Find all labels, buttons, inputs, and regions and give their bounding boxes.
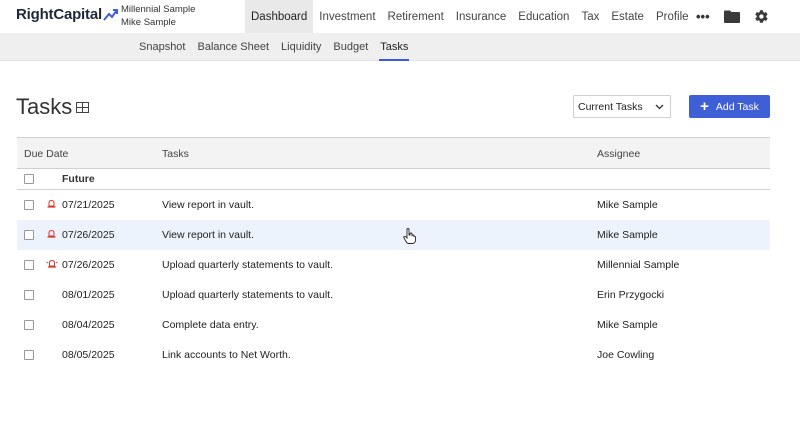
client-secondary: Mike Sample bbox=[121, 17, 176, 28]
task-filter-value: Current Tasks bbox=[578, 100, 643, 113]
task-filter-select[interactable]: Current Tasks bbox=[573, 95, 671, 118]
table-header: Due Date Tasks Assignee bbox=[17, 137, 770, 169]
chevron-down-icon bbox=[655, 104, 664, 110]
top-navigation-bar: RightCapital Millennial Sample Mike Samp… bbox=[0, 0, 800, 33]
tab-budget[interactable]: Budget bbox=[327, 33, 374, 61]
row-task: View report in vault. bbox=[162, 229, 255, 241]
row-due-date: 07/21/2025 bbox=[62, 199, 115, 211]
table-view-icon[interactable] bbox=[76, 102, 89, 113]
add-task-label: Add Task bbox=[715, 100, 759, 113]
row-checkbox[interactable] bbox=[24, 200, 34, 210]
tab-liquidity[interactable]: Liquidity bbox=[275, 33, 327, 61]
logo-arrow-icon bbox=[103, 8, 118, 21]
group-label: Future bbox=[62, 173, 95, 185]
more-icon[interactable]: ••• bbox=[696, 9, 710, 24]
select-all-checkbox[interactable] bbox=[24, 174, 34, 184]
table-row[interactable]: 07/21/2025 View report in vault. Mike Sa… bbox=[17, 190, 770, 220]
nav-tax[interactable]: Tax bbox=[575, 0, 605, 33]
row-checkbox[interactable] bbox=[24, 320, 34, 330]
client-names[interactable]: Millennial Sample Mike Sample bbox=[121, 3, 195, 29]
row-due-date: 08/01/2025 bbox=[62, 289, 115, 301]
alert-bell-icon bbox=[46, 260, 58, 268]
row-due-date: 07/26/2025 bbox=[62, 229, 115, 241]
row-task: Upload quarterly statements to vault. bbox=[162, 289, 334, 301]
row-checkbox[interactable] bbox=[24, 260, 34, 270]
sub-navigation-bar: Snapshot Balance Sheet Liquidity Budget … bbox=[0, 33, 800, 61]
row-task: Link accounts to Net Worth. bbox=[162, 349, 291, 361]
nav-profile[interactable]: Profile bbox=[650, 0, 695, 33]
hand-cursor-icon bbox=[403, 228, 416, 244]
column-tasks[interactable]: Tasks bbox=[162, 148, 189, 160]
alert-bell-icon bbox=[47, 230, 56, 238]
group-row-future: Future bbox=[17, 169, 770, 190]
folder-icon[interactable] bbox=[723, 10, 740, 23]
row-assignee: Mike Sample bbox=[597, 229, 658, 241]
row-checkbox[interactable] bbox=[24, 350, 34, 360]
row-task: Complete data entry. bbox=[162, 319, 259, 331]
nav-education[interactable]: Education bbox=[512, 0, 575, 33]
table-row[interactable]: 08/05/2025 Link accounts to Net Worth. J… bbox=[17, 340, 770, 370]
top-icons: ••• bbox=[696, 0, 769, 33]
row-checkbox[interactable] bbox=[24, 230, 34, 240]
add-task-button[interactable]: + Add Task bbox=[689, 95, 770, 118]
nav-investment[interactable]: Investment bbox=[313, 0, 381, 33]
plus-icon: + bbox=[700, 98, 709, 115]
client-primary: Millennial Sample bbox=[121, 4, 196, 15]
row-assignee: Joe Cowling bbox=[597, 349, 655, 361]
tab-tasks[interactable]: Tasks bbox=[374, 33, 414, 61]
tasks-table: Due Date Tasks Assignee Future 07/21/202… bbox=[17, 137, 770, 370]
nav-insurance[interactable]: Insurance bbox=[450, 0, 513, 33]
main-nav: Dashboard Investment Retirement Insuranc… bbox=[245, 0, 695, 33]
row-task: Upload quarterly statements to vault. bbox=[162, 259, 334, 271]
nav-dashboard[interactable]: Dashboard bbox=[245, 0, 314, 33]
page-title: Tasks bbox=[16, 94, 73, 119]
table-row[interactable]: 08/04/2025 Complete data entry. Mike Sam… bbox=[17, 310, 770, 340]
nav-retirement[interactable]: Retirement bbox=[382, 0, 450, 33]
row-due-date: 08/05/2025 bbox=[62, 349, 115, 361]
row-due-date: 07/26/2025 bbox=[62, 259, 115, 271]
logo-text: RightCapital bbox=[16, 6, 102, 23]
rightcapital-logo[interactable]: RightCapital bbox=[16, 6, 119, 23]
column-due-date[interactable]: Due Date bbox=[24, 148, 68, 160]
row-assignee: Mike Sample bbox=[597, 199, 658, 211]
table-row[interactable]: 07/26/2025 Upload quarterly statements t… bbox=[17, 250, 770, 280]
tab-balance-sheet[interactable]: Balance Sheet bbox=[191, 33, 275, 61]
table-row[interactable]: 08/01/2025 Upload quarterly statements t… bbox=[17, 280, 770, 310]
column-assignee[interactable]: Assignee bbox=[597, 148, 640, 160]
table-row[interactable]: 07/26/2025 View report in vault. Mike Sa… bbox=[17, 220, 770, 250]
tab-snapshot[interactable]: Snapshot bbox=[133, 33, 191, 61]
row-assignee: Mike Sample bbox=[597, 319, 658, 331]
gear-icon[interactable] bbox=[754, 9, 769, 24]
row-due-date: 08/04/2025 bbox=[62, 319, 115, 331]
row-checkbox[interactable] bbox=[24, 290, 34, 300]
nav-estate[interactable]: Estate bbox=[605, 0, 650, 33]
sub-nav: Snapshot Balance Sheet Liquidity Budget … bbox=[133, 33, 414, 61]
row-assignee: Erin Przygocki bbox=[597, 289, 665, 301]
row-task: View report in vault. bbox=[162, 199, 255, 211]
row-assignee: Millennial Sample bbox=[597, 259, 680, 271]
alert-bell-icon bbox=[47, 200, 56, 208]
